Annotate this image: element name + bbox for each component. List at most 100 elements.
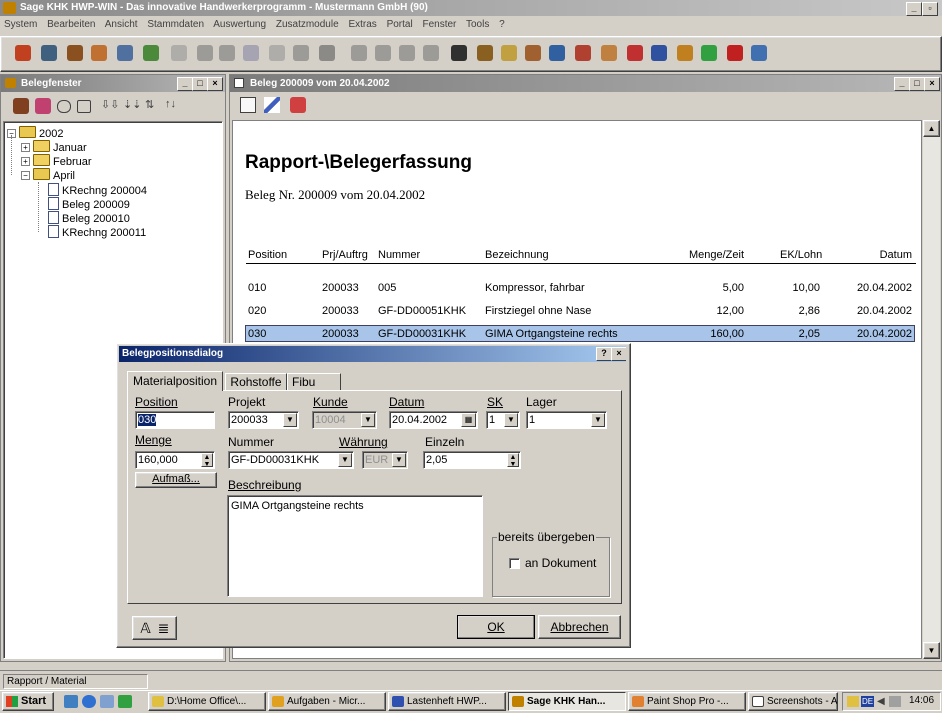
- restore-button[interactable]: ▫: [922, 2, 938, 16]
- aufmass-button[interactable]: Aufmaß...: [135, 472, 217, 488]
- scroll-up-button[interactable]: ▲: [923, 120, 940, 137]
- task-lastenheft[interactable]: Lastenheft HWP...: [388, 692, 506, 711]
- projekt-combo[interactable]: 200033 ▼: [228, 411, 299, 429]
- menu-stammdaten[interactable]: Stammdaten: [147, 19, 204, 30]
- cell-bezeichnung[interactable]: Kompressor, fahrbar: [485, 282, 585, 294]
- open-folder-icon[interactable]: [57, 100, 71, 113]
- maximize-button[interactable]: □: [192, 77, 208, 91]
- cell-menge[interactable]: 160,00: [680, 328, 744, 340]
- task-aufgaben[interactable]: Aufgaben - Micr...: [268, 692, 386, 711]
- arrow-right-icon[interactable]: [35, 98, 51, 114]
- calendar-icon[interactable]: ▦: [461, 413, 476, 427]
- tray-tool-icon[interactable]: [847, 696, 859, 707]
- grid-icon[interactable]: [701, 45, 717, 61]
- cell-projekt[interactable]: 200033: [322, 305, 359, 317]
- language-indicator[interactable]: DE: [861, 696, 875, 707]
- dropdown-arrow-icon[interactable]: ▼: [338, 453, 352, 467]
- menu-system[interactable]: System: [4, 19, 37, 30]
- abbrechen-button[interactable]: Abbrechen: [538, 615, 621, 639]
- datum-input[interactable]: 20.04.2002 ▦: [389, 411, 478, 429]
- cell-datum[interactable]: 20.04.2002: [850, 282, 912, 294]
- cell-position[interactable]: 010: [248, 282, 266, 294]
- cell-bezeichnung[interactable]: Firstziegel ohne Nase: [485, 305, 591, 317]
- next-icon[interactable]: [399, 45, 415, 61]
- menu-ansicht[interactable]: Ansicht: [105, 19, 138, 30]
- menu-extras[interactable]: Extras: [348, 19, 376, 30]
- position-input[interactable]: 030: [135, 411, 215, 429]
- dropdown-arrow-icon[interactable]: ▼: [361, 413, 375, 427]
- cell-nummer[interactable]: 005: [378, 282, 396, 294]
- kunde-combo[interactable]: 10004 ▼: [312, 411, 377, 429]
- cell-ek[interactable]: 2,05: [780, 328, 820, 340]
- close-button[interactable]: ×: [207, 77, 223, 91]
- menge-spinner[interactable]: 160,000 ▲ ▼: [135, 451, 215, 469]
- expand-icon[interactable]: +: [21, 157, 30, 166]
- minimize-button[interactable]: _: [894, 77, 910, 91]
- cell-projekt[interactable]: 200033: [322, 282, 359, 294]
- close-button[interactable]: ×: [924, 77, 940, 91]
- cell-ek[interactable]: 2,86: [780, 305, 820, 317]
- minimize-button[interactable]: _: [906, 2, 922, 16]
- cell-datum[interactable]: 20.04.2002: [850, 305, 912, 317]
- task-screenshots[interactable]: Screenshots - A...: [748, 692, 838, 711]
- nummer-combo[interactable]: GF-DD00031KHK ▼: [228, 451, 354, 469]
- font-icon[interactable]: 𝔸: [137, 617, 155, 639]
- cell-menge[interactable]: 5,00: [680, 282, 744, 294]
- cell-ek[interactable]: 10,00: [780, 282, 820, 294]
- tree-node-month[interactable]: − April: [21, 168, 75, 182]
- ie-icon[interactable]: [82, 695, 96, 708]
- tree-node-month[interactable]: + Februar: [21, 154, 92, 168]
- menu-fenster[interactable]: Fenster: [422, 19, 456, 30]
- car-icon[interactable]: [627, 45, 643, 61]
- tablet-icon[interactable]: [525, 45, 541, 61]
- sort-updown-icon[interactable]: ↑↓: [165, 98, 176, 110]
- vertical-scrollbar[interactable]: ▲ ▼: [923, 120, 940, 659]
- col-header-datum[interactable]: Datum: [850, 249, 912, 261]
- calc-icon[interactable]: [143, 45, 159, 61]
- sort-num-icon[interactable]: ⇅: [145, 98, 154, 111]
- sort-az-icon[interactable]: ⇩⇩: [101, 98, 119, 111]
- an-dokument-checkbox[interactable]: [509, 558, 520, 569]
- sk-combo[interactable]: 1 ▼: [486, 411, 520, 429]
- tab-materialposition[interactable]: Materialposition: [127, 371, 223, 391]
- close-button[interactable]: ×: [611, 347, 626, 361]
- cell-position[interactable]: 030: [248, 328, 266, 340]
- dropdown-arrow-icon[interactable]: ▼: [591, 413, 605, 427]
- tools-icon[interactable]: [91, 45, 107, 61]
- task-paint-shop[interactable]: Paint Shop Pro -...: [628, 692, 746, 711]
- desktop-icon[interactable]: [64, 695, 78, 708]
- speaker-icon[interactable]: ◀: [877, 696, 887, 707]
- crowd-icon[interactable]: [477, 45, 493, 61]
- last-icon[interactable]: [423, 45, 439, 61]
- dropdown-arrow-icon[interactable]: ▼: [392, 453, 406, 467]
- task-home-office[interactable]: D:\Home Office\...: [148, 692, 266, 711]
- person-icon[interactable]: [13, 98, 29, 114]
- waehrung-combo[interactable]: EUR ▼: [362, 451, 408, 469]
- explorer-icon[interactable]: [100, 695, 114, 708]
- transfer-icon[interactable]: [290, 97, 306, 113]
- lager-combo[interactable]: 1 ▼: [526, 411, 607, 429]
- col-header-position[interactable]: Position: [248, 249, 287, 261]
- ok-button[interactable]: OK: [457, 615, 535, 639]
- network-icon[interactable]: [889, 696, 901, 707]
- tree-node-doc[interactable]: KRechng 200004: [48, 183, 147, 197]
- tree-node-year[interactable]: −2002: [7, 126, 63, 140]
- book-icon[interactable]: [549, 45, 565, 61]
- cell-position[interactable]: 020: [248, 305, 266, 317]
- print-icon[interactable]: [171, 45, 187, 61]
- spinner-arrows-icon[interactable]: ▲ ▼: [201, 453, 213, 468]
- collapse-icon[interactable]: −: [21, 171, 30, 180]
- dropdown-arrow-icon[interactable]: ▼: [283, 413, 297, 427]
- menu-bearbeiten[interactable]: Bearbeiten: [47, 19, 95, 30]
- first-icon[interactable]: [351, 45, 367, 61]
- dropdown-arrow-icon[interactable]: ▼: [504, 413, 518, 427]
- n-icon[interactable]: [293, 45, 309, 61]
- beschreibung-textarea[interactable]: GIMA Ortgangsteine rechts: [227, 495, 483, 597]
- col-header-ek[interactable]: EK/Lohn: [780, 249, 822, 261]
- cell-projekt[interactable]: 200033: [322, 328, 359, 340]
- minimize-button[interactable]: _: [177, 77, 193, 91]
- task-sage-khk[interactable]: Sage KHK Han...: [508, 692, 626, 711]
- globe-icon[interactable]: [751, 45, 767, 61]
- col-header-nummer[interactable]: Nummer: [378, 249, 420, 261]
- start-button[interactable]: Start: [2, 692, 54, 711]
